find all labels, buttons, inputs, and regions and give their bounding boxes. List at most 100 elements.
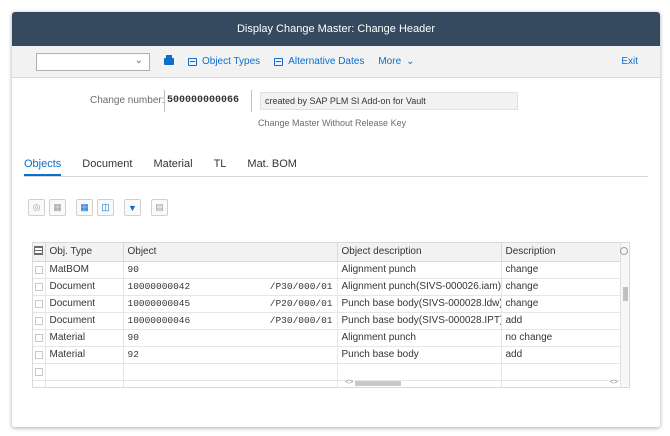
column-header-obj-type[interactable]: Obj. Type: [45, 243, 124, 262]
cell-object-number: 92: [127, 349, 139, 360]
cell-object: 90: [123, 329, 338, 347]
cell-object[interactable]: [123, 363, 338, 381]
cell-description: change: [501, 278, 623, 296]
scrollbar-thumb[interactable]: [623, 287, 628, 301]
change-number-field[interactable]: 500000000066: [164, 90, 252, 112]
details-icon[interactable]: ◎: [28, 199, 45, 216]
toolbar: ⌄ Object Types Alternative Dates More ⌄ …: [12, 46, 660, 78]
cell-object-number: 10000000042: [127, 281, 191, 292]
column-header-description[interactable]: Description: [501, 243, 623, 262]
cell-obj-type: Document: [45, 295, 124, 313]
cell-obj-type: Document: [45, 312, 124, 330]
table-header-row: Obj. Type Object Object description Desc…: [33, 243, 623, 262]
cell-object-description: Punch base body(SIVS-000028.ldw): [337, 295, 502, 313]
table-row[interactable]: MatBOM 90 Alignment punch change: [33, 261, 623, 279]
row-selector[interactable]: [33, 312, 46, 330]
alternative-dates-label: Alternative Dates: [288, 56, 365, 67]
cell-object-path: /P30/000/01: [269, 315, 333, 326]
cell-object-path: /P30/000/01: [269, 281, 333, 292]
cell-description: add: [501, 312, 623, 330]
cell-object-number: 10000000045: [127, 298, 191, 309]
cell-object-description: Alignment punch(SIVS-000026.iam): [337, 278, 502, 296]
cell-object-description: Alignment punch: [337, 329, 502, 347]
cell-object: 10000000046/P30/000/01: [123, 312, 338, 330]
cell-object-description: Punch base body(SIVS-000028.IPT): [337, 312, 502, 330]
alternative-dates-icon: [274, 57, 284, 66]
release-key-text: Change Master Without Release Key: [258, 118, 407, 128]
column-header-object[interactable]: Object: [123, 243, 338, 262]
change-number-row: Change number: 500000000066 created by S…: [12, 90, 660, 112]
table-row[interactable]: Document 10000000045/P20/000/01 Punch ba…: [33, 295, 623, 313]
scroll-left-icon[interactable]: <>: [345, 379, 353, 386]
tab-material[interactable]: Material: [153, 158, 192, 176]
change-description-field: created by SAP PLM SI Add-on for Vault: [260, 92, 518, 110]
table-row[interactable]: Document 10000000042/P30/000/01 Alignmen…: [33, 278, 623, 296]
tab-document[interactable]: Document: [82, 158, 132, 176]
tab-tl[interactable]: TL: [214, 158, 227, 176]
cell-object-description: [337, 363, 502, 381]
table-row[interactable]: Material 92 Punch base body add: [33, 346, 623, 364]
row-selector[interactable]: [33, 278, 46, 296]
title-bar: Display Change Master: Change Header: [12, 12, 660, 46]
cell-obj-type: Material: [45, 329, 124, 347]
more-button[interactable]: More ⌄: [378, 56, 414, 67]
vertical-scrollbar[interactable]: [620, 243, 629, 387]
table-row[interactable]: [33, 363, 623, 381]
horizontal-scrollbar-thumb[interactable]: [355, 381, 401, 386]
row-selector[interactable]: [33, 329, 46, 347]
cell-obj-type[interactable]: [45, 363, 124, 381]
app-window: Display Change Master: Change Header ⌄ O…: [12, 12, 660, 427]
row-selector[interactable]: [33, 346, 46, 364]
cell-object: 92: [123, 346, 338, 364]
scroll-right-icon[interactable]: <>: [610, 379, 618, 386]
cell-object-number: 90: [127, 264, 139, 275]
objects-table: Obj. Type Object Object description Desc…: [32, 242, 630, 388]
printer-icon[interactable]: [164, 55, 174, 65]
cell-object-description: Alignment punch: [337, 261, 502, 279]
filter-icon[interactable]: ▼: [124, 199, 141, 216]
exit-button[interactable]: Exit: [621, 56, 638, 67]
object-types-button[interactable]: Object Types: [188, 56, 260, 67]
delete-icon[interactable]: ▦: [49, 199, 66, 216]
cell-object: 90: [123, 261, 338, 279]
table-row[interactable]: Material 90 Alignment punch no change: [33, 329, 623, 347]
cell-obj-type: Material: [45, 346, 124, 364]
deselect-all-icon[interactable]: ◫: [97, 199, 114, 216]
chevron-down-icon: ⌄: [406, 56, 415, 67]
cell-description: change: [501, 295, 623, 313]
cell-description[interactable]: [501, 363, 623, 381]
cell-description: add: [501, 346, 623, 364]
grid-toolbar: ◎ ▦ ▦ ◫ ▼ ▤: [28, 199, 168, 216]
tab-mat-bom[interactable]: Mat. BOM: [247, 158, 297, 176]
cell-object-number: 90: [127, 332, 139, 343]
window-title: Display Change Master: Change Header: [236, 23, 436, 35]
cell-description: change: [501, 261, 623, 279]
cell-object-number: 10000000046: [127, 315, 191, 326]
row-selector[interactable]: [33, 363, 46, 381]
table-row: [33, 380, 623, 387]
tab-bar: Objects Document Material TL Mat. BOM: [24, 158, 318, 176]
cell-object-path: /P20/000/01: [269, 298, 333, 309]
more-label: More: [378, 56, 402, 67]
row-selector[interactable]: [33, 261, 46, 279]
cell-obj-type: MatBOM: [45, 261, 124, 279]
change-number-label: Change number:: [90, 95, 165, 106]
tab-divider: [24, 176, 648, 177]
chevron-down-icon[interactable]: ⌄: [135, 55, 143, 66]
column-header-object-description[interactable]: Object description: [337, 243, 502, 262]
select-all-icon[interactable]: ▦: [76, 199, 93, 216]
column-settings-icon[interactable]: [620, 247, 628, 255]
object-types-label: Object Types: [202, 56, 261, 67]
command-field[interactable]: ⌄: [36, 52, 150, 71]
object-types-icon: [188, 57, 197, 66]
alternative-dates-button[interactable]: Alternative Dates: [274, 56, 364, 67]
table-row[interactable]: Document 10000000046/P30/000/01 Punch ba…: [33, 312, 623, 330]
table-settings-icon[interactable]: [33, 243, 46, 262]
cell-description: no change: [501, 329, 623, 347]
cell-object: 10000000045/P20/000/01: [123, 295, 338, 313]
row-selector[interactable]: [33, 295, 46, 313]
cell-object: 10000000042/P30/000/01: [123, 278, 338, 296]
cell-obj-type: Document: [45, 278, 124, 296]
tab-objects[interactable]: Objects: [24, 158, 62, 176]
export-icon[interactable]: ▤: [151, 199, 168, 216]
